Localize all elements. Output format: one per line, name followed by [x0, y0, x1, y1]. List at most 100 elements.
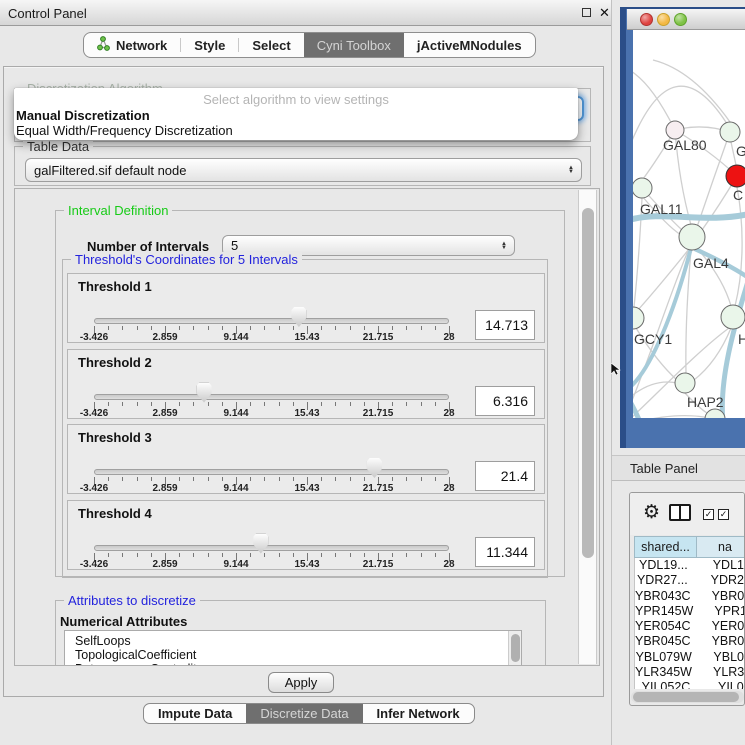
cell-shared-name[interactable]: YER054C: [635, 619, 691, 634]
numerical-attributes-list[interactable]: SelfLoopsTopologicalCoefficientBetweenne…: [64, 630, 522, 666]
cell-shared-name[interactable]: YLR345W: [635, 665, 692, 680]
slider-handle[interactable]: [253, 534, 268, 554]
cell-name[interactable]: YER0: [691, 619, 744, 634]
cell-name[interactable]: YLR3: [692, 665, 744, 680]
slider-tick: [208, 326, 209, 330]
slider-tick: [151, 553, 152, 557]
tab-jactivemnodules[interactable]: jActiveMNodules: [404, 33, 535, 57]
slider-tick: [435, 477, 436, 481]
cell-shared-name[interactable]: YBR045C: [635, 634, 691, 649]
table-row[interactable]: YLR345WYLR3: [635, 665, 744, 680]
tab-style[interactable]: Style: [181, 33, 238, 57]
panel-scrollbar-thumb[interactable]: [582, 208, 594, 558]
threshold-value-field[interactable]: 11.344: [475, 537, 535, 567]
gear-icon[interactable]: ⚙: [643, 501, 660, 524]
cell-name[interactable]: YIL0: [697, 680, 744, 689]
column-header-name[interactable]: na: [696, 536, 744, 558]
cell-shared-name[interactable]: YDR27...: [635, 573, 690, 588]
cell-shared-name[interactable]: YBR043C: [635, 589, 691, 604]
float-window-icon[interactable]: [582, 8, 591, 17]
threshold-value-field[interactable]: 6.316: [475, 386, 535, 416]
network-node-h[interactable]: [721, 305, 745, 329]
list-scrollbar[interactable]: [508, 631, 521, 666]
slider-tick-label: 2.859: [152, 483, 177, 494]
threshold-value-field[interactable]: 21.4: [475, 461, 535, 491]
list-scrollbar-thumb[interactable]: [511, 634, 520, 662]
slider-tick: [321, 326, 322, 330]
cell-shared-name[interactable]: YPR145W: [635, 604, 693, 619]
columns-icon[interactable]: [669, 504, 691, 521]
zoom-light[interactable]: [674, 13, 687, 26]
cell-name[interactable]: YBR0: [691, 589, 744, 604]
table-row[interactable]: YBR043CYBR0: [635, 589, 744, 604]
slider-tick-label: 15.43: [294, 332, 319, 343]
tab-infer-network[interactable]: Infer Network: [363, 704, 474, 723]
checkbox-icon[interactable]: ✓: [703, 509, 714, 520]
apply-button[interactable]: Apply: [268, 672, 334, 693]
table-row[interactable]: YIL052CYIL0: [635, 680, 744, 689]
network-node-gal11[interactable]: [633, 178, 652, 198]
slider-track[interactable]: [94, 545, 449, 551]
table-row[interactable]: YPR145WYPR1: [635, 604, 744, 619]
network-node-ga[interactable]: [720, 122, 740, 142]
table-hscrollbar-thumb[interactable]: [633, 692, 739, 702]
tab-select[interactable]: Select: [239, 33, 303, 57]
table-hscrollbar[interactable]: [631, 691, 744, 703]
slider-tick: [264, 402, 265, 406]
attributes-group-label: Attributes to discretize: [64, 593, 200, 608]
minimize-light[interactable]: [657, 13, 670, 26]
network-node-c[interactable]: [726, 165, 745, 187]
tab-impute-data[interactable]: Impute Data: [144, 704, 246, 723]
close-light[interactable]: [640, 13, 653, 26]
cell-name[interactable]: YDL1: [692, 558, 744, 573]
table-row[interactable]: YDR27...YDR2: [635, 573, 744, 588]
cell-shared-name[interactable]: YIL052C: [635, 680, 697, 689]
tab-discretize-data[interactable]: Discretize Data: [246, 704, 362, 723]
popup-option-equal-width[interactable]: Equal Width/Frequency Discretization: [16, 123, 233, 138]
tab-cyni-toolbox[interactable]: Cyni Toolbox: [304, 33, 404, 57]
threshold-box-2: Threshold 2-3.4262.8599.14415.4321.71528…: [67, 349, 545, 419]
network-node-gal4[interactable]: [679, 224, 705, 250]
cell-shared-name[interactable]: YDL19...: [635, 558, 692, 573]
list-item-topologicalcoefficient[interactable]: TopologicalCoefficient: [65, 648, 521, 662]
cell-name[interactable]: YBL0: [692, 650, 744, 665]
cell-name[interactable]: YBR0: [691, 634, 744, 649]
slider-track[interactable]: [94, 394, 449, 400]
network-node-hap2[interactable]: [675, 373, 695, 393]
slider-handle[interactable]: [367, 458, 382, 478]
checkbox-icon[interactable]: ✓: [718, 509, 729, 520]
cell-name[interactable]: YPR1: [693, 604, 744, 619]
slider-tick: [179, 553, 180, 557]
popup-option-manual-discretization[interactable]: Manual Discretization: [16, 108, 150, 123]
close-icon[interactable]: ✕: [599, 5, 610, 21]
slider-tick: [350, 402, 351, 406]
tab-network[interactable]: Network: [84, 33, 180, 57]
network-window-titlebar[interactable]: [627, 9, 745, 30]
column-header-shared[interactable]: shared...: [634, 536, 696, 558]
list-item-betweennesscentrality[interactable]: BetweennessCentrality: [65, 662, 521, 666]
list-item-selfloops[interactable]: SelfLoops: [65, 634, 521, 648]
slider-tick-label: 9.144: [223, 332, 248, 343]
panel-scrollbar[interactable]: [578, 190, 597, 664]
bottom-tab-bar: Impute DataDiscretize DataInfer Network: [143, 703, 475, 724]
threshold-box-1: Threshold 1-3.4262.8599.14415.4321.71528…: [67, 273, 545, 343]
table-row[interactable]: YBR045CYBR0: [635, 634, 744, 649]
cell-shared-name[interactable]: YBL079W: [635, 650, 692, 665]
table-data-combobox[interactable]: galFiltered.sif default node ▲▼: [25, 158, 582, 182]
slider-track[interactable]: [94, 318, 449, 324]
table-row[interactable]: YER054CYER0: [635, 619, 744, 634]
table-row[interactable]: YDL19...YDL1: [635, 558, 744, 573]
slider-tick: [193, 553, 194, 557]
slider-tick: [392, 326, 393, 330]
app-root: Control Panel ✕ NetworkStyleSelectCyni T…: [0, 0, 745, 745]
slider-track[interactable]: [94, 469, 449, 475]
slider-tick: [122, 326, 123, 330]
slider-handle[interactable]: [291, 307, 306, 327]
network-canvas[interactable]: GAL80GACGAL11GAL4GCY1HHAP2: [633, 30, 745, 418]
table-row[interactable]: YBL079WYBL0: [635, 650, 744, 665]
slider-tick: [364, 553, 365, 557]
slider-handle[interactable]: [197, 383, 212, 403]
network-node-gcy1[interactable]: [633, 307, 644, 329]
cell-name[interactable]: YDR2: [690, 573, 744, 588]
threshold-value-field[interactable]: 14.713: [475, 310, 535, 340]
